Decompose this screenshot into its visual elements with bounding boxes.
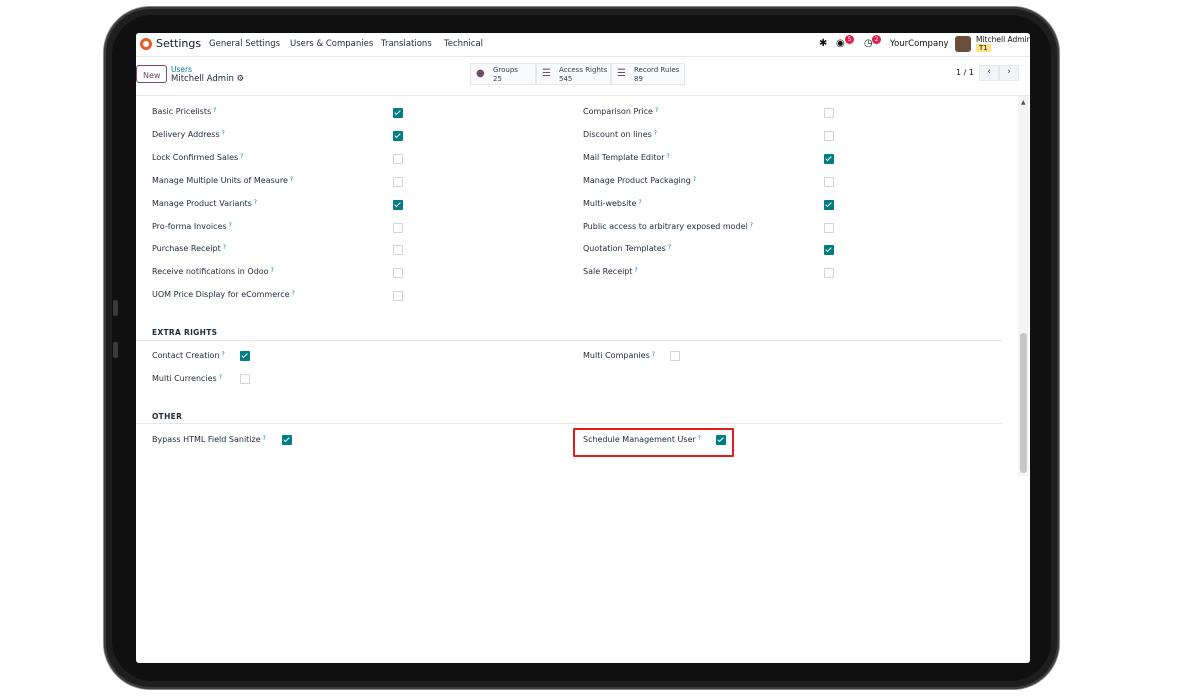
divider [136, 423, 1002, 424]
list-icon: ☰ [542, 68, 551, 79]
right-label: Contact Creation? [152, 351, 225, 360]
pro-forma-checkbox[interactable] [393, 223, 403, 233]
pager-next-icon[interactable]: › [999, 65, 1019, 81]
right-label: Basic Pricelists? [152, 107, 217, 116]
record-title: Mitchell Admin ⚙ [171, 74, 245, 84]
lock-confirmed-sales-checkbox[interactable] [393, 154, 403, 164]
other-heading: OTHER [152, 412, 183, 421]
menu-general-settings[interactable]: General Settings [209, 39, 280, 49]
right-label: Multi Companies? [583, 351, 655, 360]
user-avatar[interactable] [955, 36, 971, 52]
tablet-side-button [113, 300, 118, 316]
purchase-receipt-checkbox[interactable] [393, 245, 403, 255]
top-navbar: Settings General Settings Users & Compan… [136, 33, 1030, 57]
product-packaging-checkbox[interactable] [824, 177, 834, 187]
access-rights-smart-button[interactable]: ☰ Access Rights 545 [536, 63, 611, 85]
activity-badge: 2 [872, 35, 881, 44]
debug-bug-icon[interactable]: ✱ [819, 38, 827, 49]
uom-price-ecommerce-checkbox[interactable] [393, 291, 403, 301]
right-label: Delivery Address? [152, 130, 225, 139]
basic-pricelists-checkbox[interactable] [393, 108, 403, 118]
highlight-box [573, 428, 734, 457]
multiple-uom-checkbox[interactable] [393, 177, 403, 187]
multi-website-checkbox[interactable] [824, 200, 834, 210]
right-label: Manage Multiple Units of Measure? [152, 176, 294, 185]
app-name[interactable]: Settings [156, 37, 201, 50]
comparison-price-checkbox[interactable] [824, 108, 834, 118]
right-label: UOM Price Display for eCommerce? [152, 290, 295, 299]
right-label: Bypass HTML Field Sanitize? [152, 435, 266, 444]
menu-translations[interactable]: Translations [381, 39, 432, 49]
pager-prev-icon[interactable]: ‹ [979, 65, 999, 81]
extra-rights-heading: EXTRA RIGHTS [152, 328, 218, 337]
discount-lines-checkbox[interactable] [824, 131, 834, 141]
users-group-icon: ● [476, 68, 485, 79]
list-icon: ☰ [617, 68, 626, 79]
record-rules-smart-button[interactable]: ☰ Record Rules 89 [611, 63, 685, 85]
right-label: Multi Currencies? [152, 374, 222, 383]
user-name[interactable]: Mitchell Admin [976, 35, 1030, 44]
menu-users-companies[interactable]: Users & Companies [290, 39, 373, 49]
scroll-up-arrow-icon[interactable]: ▲ [1021, 99, 1026, 106]
pager-value[interactable]: 1 / 1 [956, 68, 974, 77]
quotation-templates-checkbox[interactable] [824, 245, 834, 255]
right-label: Purchase Receipt? [152, 244, 226, 253]
right-label: Public access to arbitrary exposed model… [583, 222, 753, 231]
right-label: Quotation Templates? [583, 244, 672, 253]
new-button[interactable]: New [136, 65, 167, 83]
right-label: Manage Product Packaging? [583, 176, 697, 185]
right-label: Manage Product Variants? [152, 199, 257, 208]
control-panel: New Users Mitchell Admin ⚙ ● Groups 25 ☰… [136, 57, 1030, 96]
bypass-html-checkbox[interactable] [282, 435, 292, 445]
mail-template-editor-checkbox[interactable] [824, 154, 834, 164]
chat-badge: 5 [845, 35, 854, 44]
public-access-checkbox[interactable] [824, 223, 834, 233]
company-switcher[interactable]: YourCompany [890, 39, 949, 49]
right-label: Mail Template Editor? [583, 153, 670, 162]
menu-technical[interactable]: Technical [444, 39, 483, 49]
tablet-side-button [113, 342, 118, 358]
scrollbar-thumb[interactable] [1020, 333, 1027, 473]
breadcrumb-users-link[interactable]: Users [171, 65, 192, 74]
notifications-odoo-checkbox[interactable] [393, 268, 403, 278]
right-label: Pro-forma Invoices? [152, 222, 232, 231]
delivery-address-checkbox[interactable] [393, 131, 403, 141]
right-label: Comparison Price? [583, 107, 659, 116]
gear-icon[interactable]: ⚙ [237, 74, 245, 84]
user-company-badge: T1 [976, 44, 991, 52]
right-label: Multi-website? [583, 199, 642, 208]
app-logo-icon[interactable] [139, 37, 153, 51]
sale-receipt-checkbox[interactable] [824, 268, 834, 278]
right-label: Receive notifications in Odoo? [152, 267, 274, 276]
chat-icon[interactable]: ◉ [836, 38, 845, 49]
contact-creation-checkbox[interactable] [240, 351, 250, 361]
right-label: Lock Confirmed Sales? [152, 153, 244, 162]
multi-currencies-checkbox[interactable] [240, 374, 250, 384]
product-variants-checkbox[interactable] [393, 200, 403, 210]
right-label: Discount on lines? [583, 130, 657, 139]
right-label: Sale Receipt? [583, 267, 638, 276]
groups-smart-button[interactable]: ● Groups 25 [470, 63, 536, 85]
multi-companies-checkbox[interactable] [670, 351, 680, 361]
screen: Settings General Settings Users & Compan… [136, 33, 1030, 663]
divider [136, 340, 1002, 341]
